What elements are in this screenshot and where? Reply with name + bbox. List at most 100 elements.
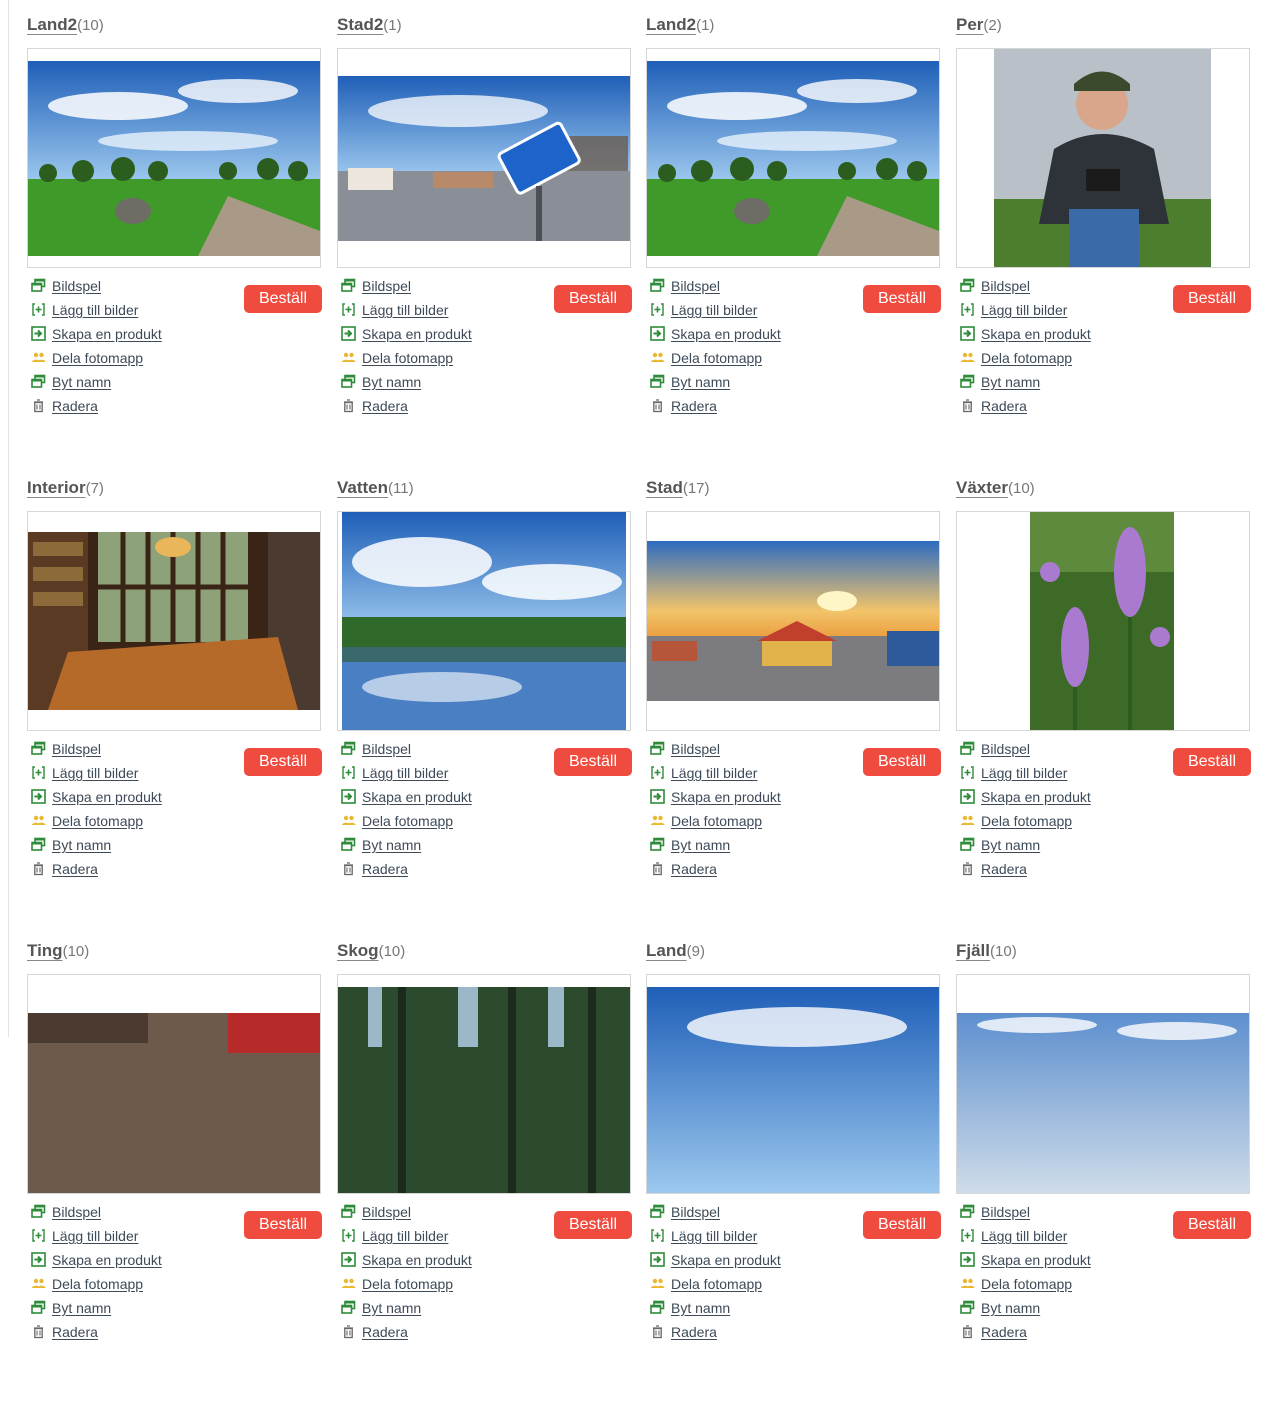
action-create-product[interactable]: Skapa en produkt xyxy=(650,1248,830,1272)
action-create-product[interactable]: Skapa en produkt xyxy=(960,322,1140,346)
action-create-product-link[interactable]: Skapa en produkt xyxy=(52,789,162,805)
action-delete-link[interactable]: Radera xyxy=(671,398,717,414)
folder-thumbnail[interactable] xyxy=(27,48,321,268)
action-rename-link[interactable]: Byt namn xyxy=(981,374,1040,390)
order-button[interactable]: Beställ xyxy=(554,1211,632,1239)
action-delete[interactable]: Radera xyxy=(341,1320,521,1344)
action-slideshow-link[interactable]: Bildspel xyxy=(362,741,411,757)
action-rename[interactable]: Byt namn xyxy=(650,1296,830,1320)
action-delete[interactable]: Radera xyxy=(650,1320,830,1344)
action-delete-link[interactable]: Radera xyxy=(362,861,408,877)
order-button[interactable]: Beställ xyxy=(244,748,322,776)
action-create-product-link[interactable]: Skapa en produkt xyxy=(362,1252,472,1268)
order-button[interactable]: Beställ xyxy=(1173,1211,1251,1239)
action-create-product-link[interactable]: Skapa en produkt xyxy=(981,789,1091,805)
action-slideshow[interactable]: Bildspel xyxy=(650,1200,830,1224)
folder-thumbnail[interactable] xyxy=(27,974,321,1194)
action-delete[interactable]: Radera xyxy=(341,857,521,881)
action-delete-link[interactable]: Radera xyxy=(362,1324,408,1340)
action-create-product[interactable]: Skapa en produkt xyxy=(650,785,830,809)
folder-name-link[interactable]: Vatten xyxy=(337,478,388,497)
action-share-folder[interactable]: Dela fotomapp xyxy=(341,1272,521,1296)
action-rename-link[interactable]: Byt namn xyxy=(362,1300,421,1316)
folder-thumbnail[interactable] xyxy=(646,511,940,731)
action-create-product[interactable]: Skapa en produkt xyxy=(31,785,211,809)
action-share-folder-link[interactable]: Dela fotomapp xyxy=(981,1276,1072,1292)
order-button[interactable]: Beställ xyxy=(863,285,941,313)
action-delete-link[interactable]: Radera xyxy=(52,861,98,877)
action-share-folder-link[interactable]: Dela fotomapp xyxy=(362,350,453,366)
action-delete[interactable]: Radera xyxy=(31,1320,211,1344)
action-create-product-link[interactable]: Skapa en produkt xyxy=(671,1252,781,1268)
action-slideshow[interactable]: Bildspel xyxy=(341,737,521,761)
folder-thumbnail[interactable] xyxy=(337,511,631,731)
action-rename[interactable]: Byt namn xyxy=(341,1296,521,1320)
action-slideshow-link[interactable]: Bildspel xyxy=(52,278,101,294)
action-rename-link[interactable]: Byt namn xyxy=(362,837,421,853)
action-slideshow-link[interactable]: Bildspel xyxy=(52,741,101,757)
action-slideshow-link[interactable]: Bildspel xyxy=(981,278,1030,294)
action-share-folder-link[interactable]: Dela fotomapp xyxy=(671,813,762,829)
order-button[interactable]: Beställ xyxy=(1173,748,1251,776)
action-delete-link[interactable]: Radera xyxy=(671,861,717,877)
action-rename[interactable]: Byt namn xyxy=(31,1296,211,1320)
action-delete-link[interactable]: Radera xyxy=(362,398,408,414)
action-rename[interactable]: Byt namn xyxy=(650,833,830,857)
action-delete-link[interactable]: Radera xyxy=(52,1324,98,1340)
folder-name-link[interactable]: Interior xyxy=(27,478,86,497)
action-slideshow[interactable]: Bildspel xyxy=(960,1200,1140,1224)
action-create-product[interactable]: Skapa en produkt xyxy=(960,1248,1140,1272)
action-rename[interactable]: Byt namn xyxy=(960,370,1140,394)
action-share-folder[interactable]: Dela fotomapp xyxy=(31,809,211,833)
action-add-images[interactable]: Lägg till bilder xyxy=(960,1224,1140,1248)
folder-cover-photo[interactable] xyxy=(957,1013,1249,1193)
action-add-images-link[interactable]: Lägg till bilder xyxy=(362,302,448,318)
action-slideshow[interactable]: Bildspel xyxy=(341,1200,521,1224)
folder-name-link[interactable]: Växter xyxy=(956,478,1008,497)
order-button[interactable]: Beställ xyxy=(863,748,941,776)
action-create-product[interactable]: Skapa en produkt xyxy=(31,1248,211,1272)
action-delete[interactable]: Radera xyxy=(650,394,830,418)
action-add-images-link[interactable]: Lägg till bilder xyxy=(981,1228,1067,1244)
action-add-images-link[interactable]: Lägg till bilder xyxy=(52,302,138,318)
action-share-folder[interactable]: Dela fotomapp xyxy=(960,1272,1140,1296)
action-delete[interactable]: Radera xyxy=(31,394,211,418)
action-create-product[interactable]: Skapa en produkt xyxy=(341,785,521,809)
action-share-folder-link[interactable]: Dela fotomapp xyxy=(362,1276,453,1292)
action-slideshow[interactable]: Bildspel xyxy=(960,737,1140,761)
action-share-folder[interactable]: Dela fotomapp xyxy=(650,346,830,370)
action-rename[interactable]: Byt namn xyxy=(960,1296,1140,1320)
action-add-images[interactable]: Lägg till bilder xyxy=(650,298,830,322)
action-create-product[interactable]: Skapa en produkt xyxy=(341,322,521,346)
folder-thumbnail[interactable] xyxy=(956,48,1250,268)
action-rename[interactable]: Byt namn xyxy=(31,370,211,394)
folder-cover-photo[interactable] xyxy=(28,1013,320,1193)
action-delete-link[interactable]: Radera xyxy=(981,398,1027,414)
folder-cover-photo[interactable] xyxy=(28,532,320,710)
action-slideshow[interactable]: Bildspel xyxy=(341,274,521,298)
folder-name-link[interactable]: Stad2 xyxy=(337,15,383,34)
action-share-folder-link[interactable]: Dela fotomapp xyxy=(52,350,143,366)
action-rename-link[interactable]: Byt namn xyxy=(981,837,1040,853)
action-delete-link[interactable]: Radera xyxy=(981,1324,1027,1340)
action-create-product[interactable]: Skapa en produkt xyxy=(650,322,830,346)
action-create-product[interactable]: Skapa en produkt xyxy=(31,322,211,346)
folder-thumbnail[interactable] xyxy=(646,974,940,1194)
action-share-folder-link[interactable]: Dela fotomapp xyxy=(671,1276,762,1292)
action-rename[interactable]: Byt namn xyxy=(341,370,521,394)
folder-cover-photo[interactable] xyxy=(647,61,939,256)
action-rename-link[interactable]: Byt namn xyxy=(52,837,111,853)
action-add-images[interactable]: Lägg till bilder xyxy=(650,1224,830,1248)
action-delete[interactable]: Radera xyxy=(31,857,211,881)
action-add-images[interactable]: Lägg till bilder xyxy=(960,761,1140,785)
action-delete-link[interactable]: Radera xyxy=(52,398,98,414)
action-share-folder-link[interactable]: Dela fotomapp xyxy=(981,813,1072,829)
action-rename-link[interactable]: Byt namn xyxy=(52,374,111,390)
action-delete-link[interactable]: Radera xyxy=(671,1324,717,1340)
action-share-folder[interactable]: Dela fotomapp xyxy=(341,809,521,833)
folder-thumbnail[interactable] xyxy=(956,511,1250,731)
action-create-product-link[interactable]: Skapa en produkt xyxy=(981,1252,1091,1268)
action-share-folder-link[interactable]: Dela fotomapp xyxy=(52,813,143,829)
action-create-product[interactable]: Skapa en produkt xyxy=(960,785,1140,809)
action-add-images[interactable]: Lägg till bilder xyxy=(341,1224,521,1248)
